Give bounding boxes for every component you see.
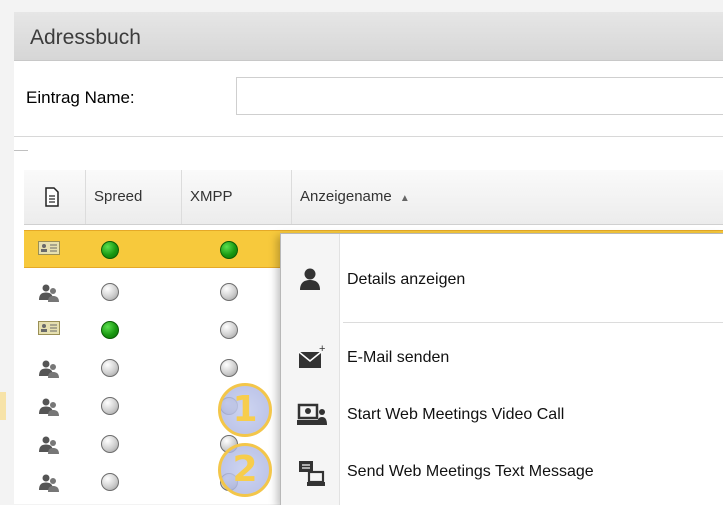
column-header-xmpp-label: XMPP (190, 188, 233, 205)
column-header-spreed-label: Spreed (94, 188, 143, 205)
left-panel-highlight (0, 392, 6, 420)
person-icon (300, 268, 320, 290)
spreed-status-indicator (101, 397, 119, 415)
panel-divider (14, 150, 28, 151)
spreed-status-indicator (101, 321, 119, 339)
menu-item-label: Start Web Meetings Video Call (347, 406, 565, 423)
spreed-status-indicator (101, 473, 119, 491)
contact-card-icon (38, 241, 60, 260)
callout-1: 1 (218, 383, 272, 437)
xmpp-status-indicator (220, 283, 238, 301)
text-message-icon (299, 461, 325, 486)
spreed-status-indicator (101, 359, 119, 377)
group-icon (38, 435, 60, 460)
group-icon (38, 397, 60, 422)
title-bar: Adressbuch (14, 12, 723, 61)
column-header-display-name-label: Anzeigename (300, 188, 392, 205)
column-header-spreed[interactable]: Spreed (86, 170, 182, 224)
window-title: Adressbuch (30, 26, 141, 49)
video-call-icon (297, 403, 327, 425)
spreed-status-indicator (101, 435, 119, 453)
column-header-display-name[interactable]: Anzeigename ▲ (292, 170, 723, 224)
menu-item-send-text-message[interactable]: Send Web Meetings Text Message (281, 448, 723, 498)
mail-add-icon: + (298, 344, 325, 368)
divider (14, 136, 723, 137)
context-menu: Details anzeigen + E-Mail senden Start W… (280, 233, 723, 505)
xmpp-status-indicator (220, 241, 238, 259)
sort-ascending-icon: ▲ (399, 193, 410, 204)
menu-item-show-details[interactable]: Details anzeigen (281, 256, 723, 306)
menu-item-label: Details anzeigen (347, 271, 466, 288)
xmpp-status-indicator (220, 359, 238, 377)
document-icon (45, 187, 59, 207)
column-header-type[interactable] (24, 170, 86, 224)
callout-2: 2 (218, 443, 272, 497)
table-header: Spreed XMPP Anzeigename ▲ (24, 170, 723, 225)
xmpp-status-indicator (220, 321, 238, 339)
menu-item-label: Send Web Meetings Text Message (347, 463, 594, 480)
menu-item-send-email[interactable]: + E-Mail senden (281, 334, 723, 384)
contact-card-icon (38, 321, 60, 340)
menu-item-start-video-call[interactable]: Start Web Meetings Video Call (281, 391, 723, 441)
menu-divider (343, 322, 723, 323)
entry-name-label: Eintrag Name: (26, 88, 135, 107)
group-icon (38, 283, 60, 308)
menu-item-label: E-Mail senden (347, 349, 450, 366)
group-icon (38, 359, 60, 384)
spreed-status-indicator (101, 241, 119, 259)
column-header-xmpp[interactable]: XMPP (182, 170, 292, 224)
entry-name-input[interactable] (236, 77, 723, 115)
group-icon (38, 473, 60, 498)
svg-text:+: + (319, 344, 325, 355)
spreed-status-indicator (101, 283, 119, 301)
